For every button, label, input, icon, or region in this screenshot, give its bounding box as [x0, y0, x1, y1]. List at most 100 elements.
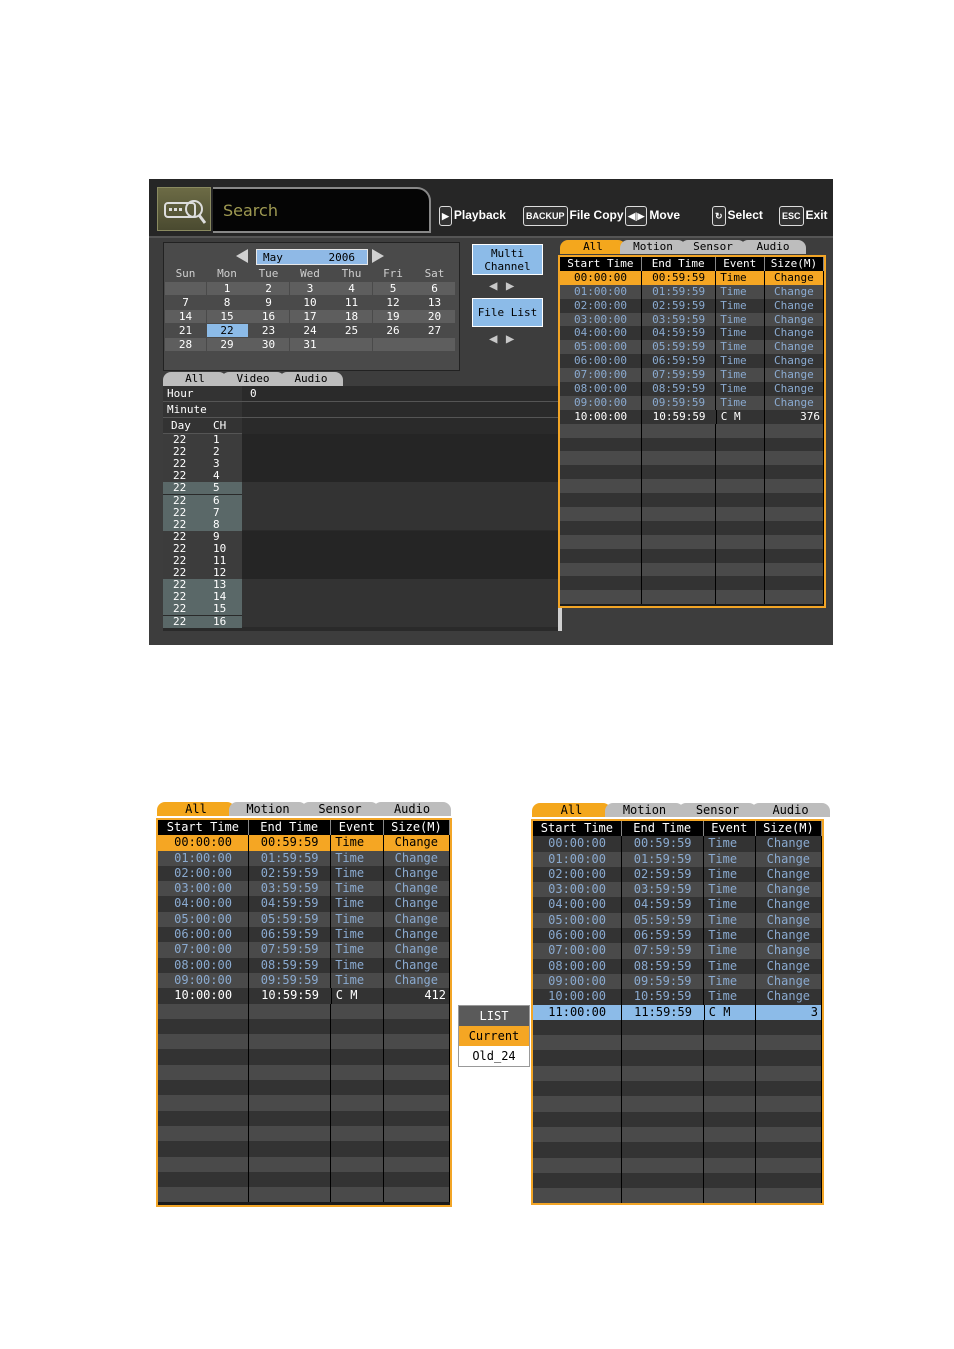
table-row[interactable]: 00:00:00 00:59:59 Time Change	[533, 836, 822, 852]
tab-video[interactable]: Video	[221, 372, 285, 386]
table-row[interactable]: 01:00:00 01:59:59 Time Change	[533, 851, 822, 867]
table-row[interactable]: 05:00:00 05:59:59 Time Change	[560, 340, 824, 355]
table-row[interactable]: 01:00:00 01:59:59 Time Change	[158, 850, 450, 866]
tab-all[interactable]: All	[163, 372, 227, 386]
table-row[interactable]: 00:00:00 00:59:59 Time Change	[560, 270, 824, 285]
channel-timeline-block[interactable]	[242, 482, 558, 531]
table-row[interactable]: 10:00:00 10:59:59 C M 412	[158, 988, 450, 1004]
table-row[interactable]: 11:00:00 11:59:59 C M3	[533, 1004, 822, 1020]
table-row[interactable]: 02:00:00 02:59:59 Time Change	[158, 865, 450, 882]
table-row[interactable]: 08:00:00 08:59:59 Time Change	[560, 382, 824, 396]
table-row[interactable]: 03:00:00 03:59:59 Time Change	[533, 882, 822, 898]
calendar-day[interactable]: 25	[331, 324, 372, 337]
list-arrows-icon[interactable]: ◀ ▶	[489, 331, 514, 347]
table-row[interactable]: 09:00:00 09:59:59 Time Change	[533, 973, 822, 990]
calendar-day[interactable]: 11	[331, 296, 372, 309]
calendar-day[interactable]: 20	[414, 310, 455, 323]
calendar-day[interactable]: 2	[248, 282, 289, 295]
calendar-day[interactable]: 6	[414, 282, 455, 295]
table-row[interactable]: 01:00:00 01:59:59 Time Change	[560, 284, 824, 299]
channel-timeline-block[interactable]	[242, 530, 558, 579]
channel-row[interactable]: 22 16	[163, 615, 242, 628]
select-hint[interactable]: ↻ Select	[712, 204, 763, 226]
table-row[interactable]: 04:00:00 04:59:59 Time Change	[560, 326, 824, 341]
table-row[interactable]: 00:00:00 00:59:59 Time Change	[158, 835, 450, 851]
calendar-day[interactable]: 24	[289, 324, 331, 337]
table-row[interactable]: 10:00:00 10:59:59 C M 376	[560, 409, 824, 424]
calendar-day[interactable]: 26	[372, 324, 414, 337]
table-row[interactable]: 02:00:00 02:59:59 Time Change	[533, 866, 822, 883]
calendar-day[interactable]: 21	[165, 324, 206, 337]
calendar-day[interactable]: 3	[289, 282, 331, 295]
multi-channel-button[interactable]: Multi Channel	[472, 244, 543, 275]
table-row[interactable]: 07:00:00 07:59:59 Time Change	[560, 368, 824, 383]
channel-row[interactable]: 22 15	[163, 603, 242, 616]
calendar-day[interactable]: 12	[372, 296, 414, 309]
month-selector[interactable]: May 2006	[256, 249, 368, 265]
calendar-day[interactable]: 7	[165, 296, 206, 309]
table-row[interactable]: 09:00:00 09:59:59 Time Change	[560, 395, 824, 410]
table-row[interactable]: 02:00:00 02:59:59 Time Change	[560, 298, 824, 313]
tab-motion[interactable]: Motion	[229, 802, 307, 816]
calendar-day[interactable]: 27	[414, 324, 455, 337]
tab-all[interactable]: All	[532, 803, 611, 817]
calendar-day[interactable]: 15	[206, 310, 248, 323]
table-row[interactable]: 06:00:00 06:59:59 Time Change	[560, 354, 824, 369]
tab-sensor[interactable]: Sensor	[680, 240, 746, 254]
calendar-day[interactable]: 17	[289, 310, 331, 323]
tab-audio[interactable]: Audio	[373, 802, 451, 816]
channel-timeline-block[interactable]	[242, 434, 558, 482]
table-row[interactable]: 08:00:00 08:59:59 Time Change	[158, 957, 450, 973]
calendar-day[interactable]: 9	[248, 296, 289, 309]
channel-row[interactable]: 22 8	[163, 518, 242, 531]
calendar-day[interactable]: 4	[331, 282, 372, 295]
calendar-day[interactable]: 13	[414, 296, 455, 309]
table-row[interactable]: 04:00:00 04:59:59 Time Change	[533, 897, 822, 913]
table-row[interactable]: 08:00:00 08:59:59 Time Change	[533, 958, 822, 974]
calendar-day[interactable]: 19	[372, 310, 414, 323]
calendar-day[interactable]: 22	[206, 324, 248, 337]
move-hint[interactable]: ◀|▶ Move	[625, 204, 680, 226]
calendar-day[interactable]: 18	[331, 310, 372, 323]
tab-sensor[interactable]: Sensor	[678, 803, 757, 817]
tab-motion[interactable]: Motion	[605, 803, 684, 817]
calendar-day[interactable]: 1	[206, 282, 248, 295]
calendar-day[interactable]: 30	[248, 338, 289, 351]
table-row[interactable]: 06:00:00 06:59:59 Time Change	[533, 928, 822, 944]
exit-hint[interactable]: ESC Exit	[779, 204, 828, 226]
table-row[interactable]: 09:00:00 09:59:59 Time Change	[158, 972, 450, 989]
table-row[interactable]: 05:00:00 05:59:59 Time Change	[158, 911, 450, 928]
calendar-day[interactable]: 10	[289, 296, 331, 309]
table-row[interactable]: 03:00:00 03:59:59 Time Change	[560, 312, 824, 327]
tab-motion[interactable]: Motion	[620, 240, 686, 254]
table-row[interactable]: 06:00:00 06:59:59 Time Change	[158, 927, 450, 943]
playback-hint[interactable]: ▶ Playback	[439, 204, 506, 226]
table-row[interactable]: 05:00:00 05:59:59 Time Change	[533, 912, 822, 929]
table-row[interactable]: 04:00:00 04:59:59 Time Change	[158, 896, 450, 912]
channel-row[interactable]: 22 7	[163, 506, 242, 519]
tab-all[interactable]: All	[560, 240, 626, 254]
tab-audio[interactable]: Audio	[279, 372, 343, 386]
tab-sensor[interactable]: Sensor	[301, 802, 379, 816]
tab-audio[interactable]: Audio	[751, 803, 830, 817]
tab-all[interactable]: All	[157, 802, 235, 816]
table-row[interactable]: 07:00:00 07:59:59 Time Change	[158, 942, 450, 958]
calendar-day[interactable]: 29	[206, 338, 248, 351]
table-row[interactable]: 03:00:00 03:59:59 Time Change	[158, 881, 450, 897]
prev-month-icon[interactable]	[236, 249, 248, 263]
table-row[interactable]: 07:00:00 07:59:59 Time Change	[533, 943, 822, 959]
calendar-day[interactable]: 23	[248, 324, 289, 337]
tab-audio[interactable]: Audio	[740, 240, 806, 254]
calendar-day[interactable]: 14	[165, 310, 206, 323]
channel-row[interactable]: 22 5	[163, 482, 242, 495]
file-copy-hint[interactable]: BACKUP File Copy	[523, 204, 624, 226]
channel-arrows-icon[interactable]: ◀ ▶	[489, 278, 514, 294]
calendar-day[interactable]: 5	[372, 282, 414, 295]
list-item-current[interactable]: Current	[459, 1026, 529, 1046]
minute-value[interactable]	[242, 402, 558, 418]
channel-row[interactable]: 22 9	[163, 530, 242, 543]
calendar-day[interactable]: 28	[165, 338, 206, 351]
channel-row[interactable]: 22 6	[163, 494, 242, 507]
table-row[interactable]: 10:00:00 10:59:59 Time Change	[533, 989, 822, 1005]
calendar-day[interactable]: 8	[206, 296, 248, 309]
